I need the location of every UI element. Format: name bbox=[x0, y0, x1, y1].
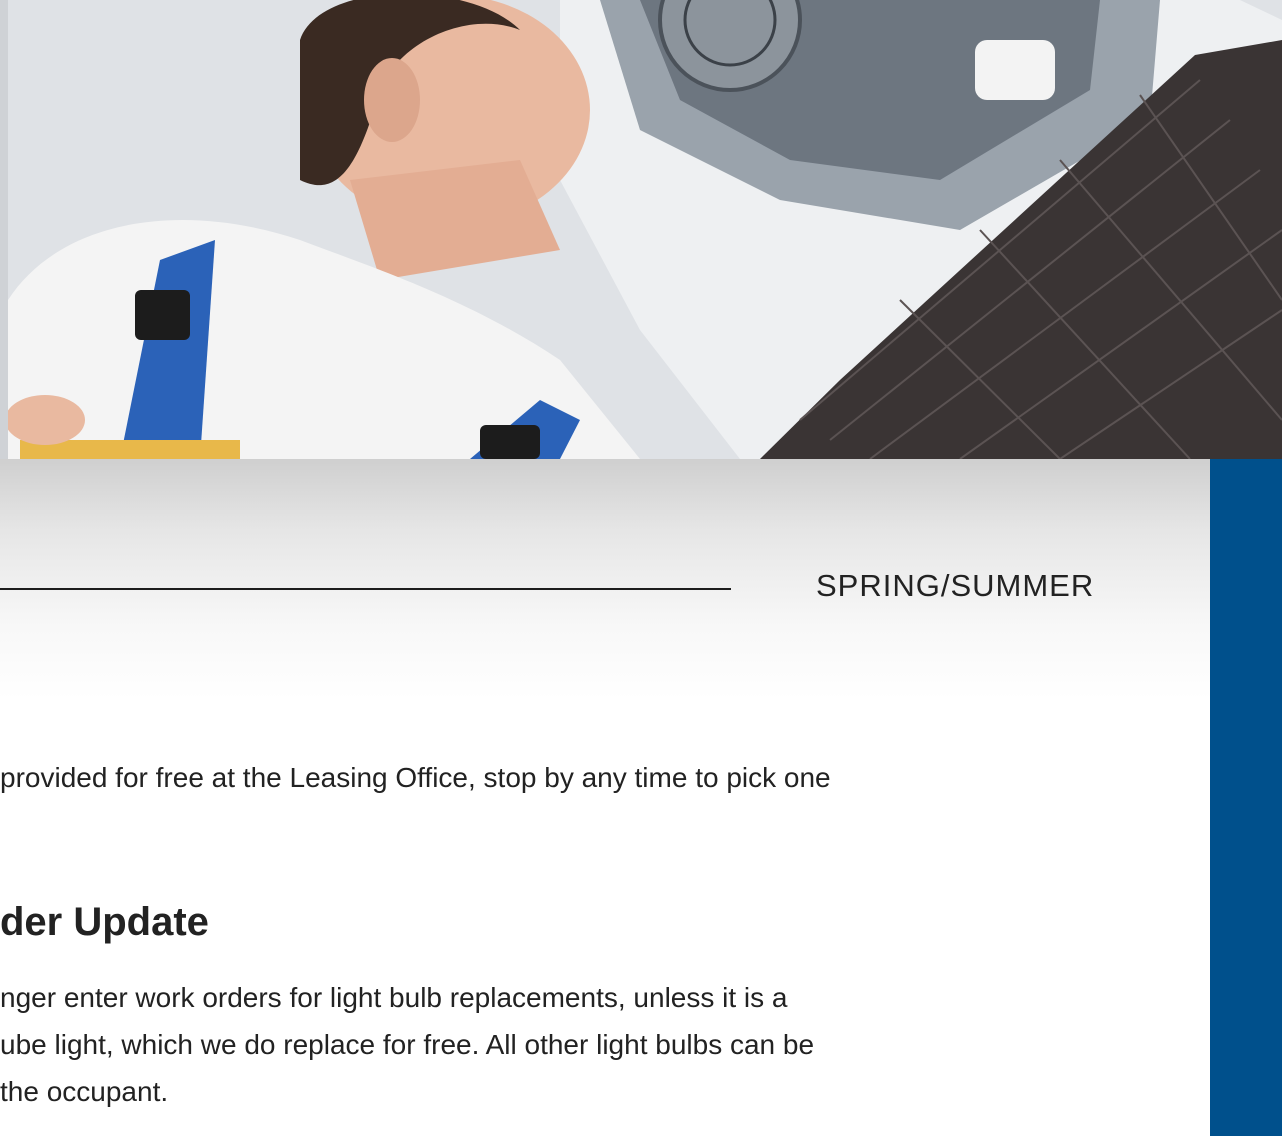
paragraph-line: the occupant. bbox=[0, 1076, 169, 1107]
hero-photo bbox=[0, 0, 1282, 459]
season-label: SPRING/SUMMER bbox=[816, 568, 1095, 603]
photo-edge-strip bbox=[0, 0, 8, 459]
paragraph-line: ube light, which we do replace for free.… bbox=[0, 1029, 815, 1060]
section-heading: der Update bbox=[0, 900, 209, 944]
paragraph-line: nger enter work orders for light bulb re… bbox=[0, 982, 788, 1013]
header-divider bbox=[0, 588, 731, 590]
paragraph-line: provided for free at the Leasing Office,… bbox=[0, 762, 831, 793]
section-paragraph: nger enter work orders for light bulb re… bbox=[0, 974, 814, 1115]
section-paragraph: provided for free at the Leasing Office,… bbox=[0, 754, 831, 801]
side-accent-bar bbox=[1210, 459, 1282, 1136]
technician-illustration bbox=[0, 0, 1282, 459]
